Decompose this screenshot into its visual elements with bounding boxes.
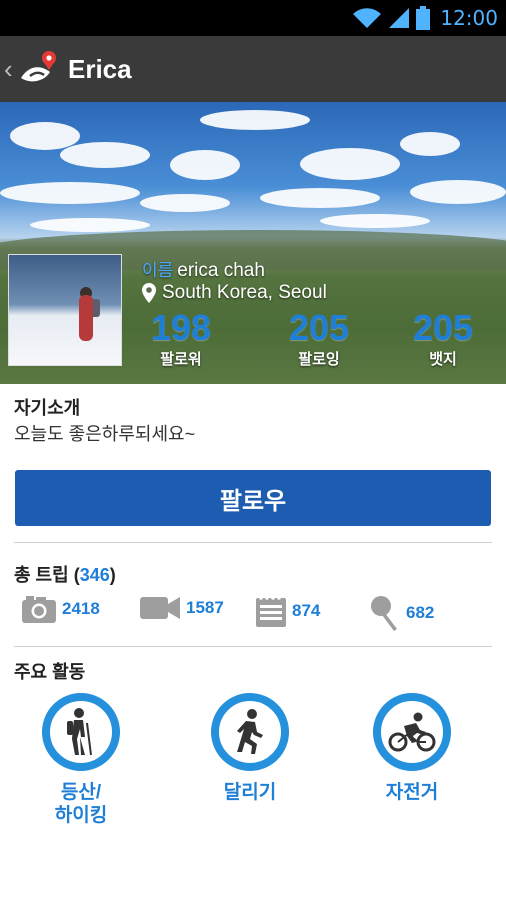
followers-stat[interactable]: 198 팔로워 (126, 308, 236, 369)
running-icon (237, 709, 263, 754)
clock: 12:00 (440, 6, 498, 30)
trips-total: 346 (79, 565, 110, 585)
avatar[interactable] (8, 254, 122, 366)
trip-stat-videos[interactable]: 1587 (140, 595, 224, 621)
action-bar: ‹ Erica (0, 36, 506, 102)
status-bar: 12:00 (0, 0, 506, 36)
notes-count: 874 (292, 601, 321, 620)
videos-count: 1587 (186, 598, 224, 617)
activities-heading: 주요 활동 (14, 662, 86, 682)
badges-stat[interactable]: 205 뱃지 (388, 308, 498, 369)
activity-label: 등산/ 하이킹 (54, 782, 108, 826)
notepad-icon (256, 596, 286, 627)
name-value: erica chah (177, 260, 265, 281)
page-title: Erica (68, 53, 132, 84)
trip-stat-notes[interactable]: 874 (256, 595, 320, 627)
following-stat[interactable]: 205 팔로잉 (264, 308, 374, 369)
back-chevron-icon[interactable]: ‹ (4, 54, 16, 85)
intro-text: 오늘도 좋은하루되세요~ (14, 424, 196, 444)
activity-cycling[interactable]: 자전거 (352, 693, 472, 804)
follow-button[interactable]: 팔로우 (15, 470, 491, 526)
trip-stat-photos[interactable]: 2418 (22, 595, 100, 623)
app-logo-icon[interactable] (18, 48, 60, 90)
activity-ring (211, 693, 289, 771)
cycling-icon (388, 712, 436, 752)
photos-count: 2418 (62, 599, 100, 618)
activity-ring (373, 693, 451, 771)
location-pin-icon (142, 283, 156, 303)
name-label: 이름 (142, 261, 174, 280)
audio-count: 682 (406, 603, 435, 622)
activity-label: 달리기 (223, 782, 277, 803)
camera-icon (22, 596, 56, 623)
profile-location: South Korea, Seoul (142, 282, 327, 304)
trips-title: 총 트립 (14, 565, 69, 585)
following-count: 205 (288, 307, 350, 348)
badges-label: 뱃지 (429, 351, 457, 368)
wifi-icon (353, 8, 382, 29)
location-text: South Korea, Seoul (162, 282, 327, 303)
profile-cover: 이름 erica chah South Korea, Seoul 198 팔로워 … (0, 102, 506, 384)
badges-count: 205 (412, 307, 474, 348)
hiking-icon (67, 708, 92, 756)
intro-heading: 자기소개 (14, 398, 81, 418)
following-label: 팔로잉 (298, 351, 340, 368)
trip-stat-audio[interactable]: 682 (370, 595, 434, 631)
trips-heading: 총 트립 (346) (14, 565, 116, 585)
activity-label: 자전거 (385, 782, 439, 803)
activity-running[interactable]: 달리기 (190, 693, 310, 804)
battery-icon (416, 6, 431, 30)
status-icons: 12:00 (352, 0, 498, 36)
microphone-icon (371, 596, 397, 631)
activity-hiking[interactable]: 등산/ 하이킹 (21, 693, 141, 827)
followers-count: 198 (150, 307, 212, 348)
profile-name: 이름 erica chah (142, 256, 265, 282)
activity-ring (42, 693, 120, 771)
divider (14, 542, 492, 543)
signal-icon (389, 8, 410, 28)
video-camera-icon (140, 597, 180, 619)
divider (14, 646, 492, 647)
followers-label: 팔로워 (160, 351, 202, 368)
